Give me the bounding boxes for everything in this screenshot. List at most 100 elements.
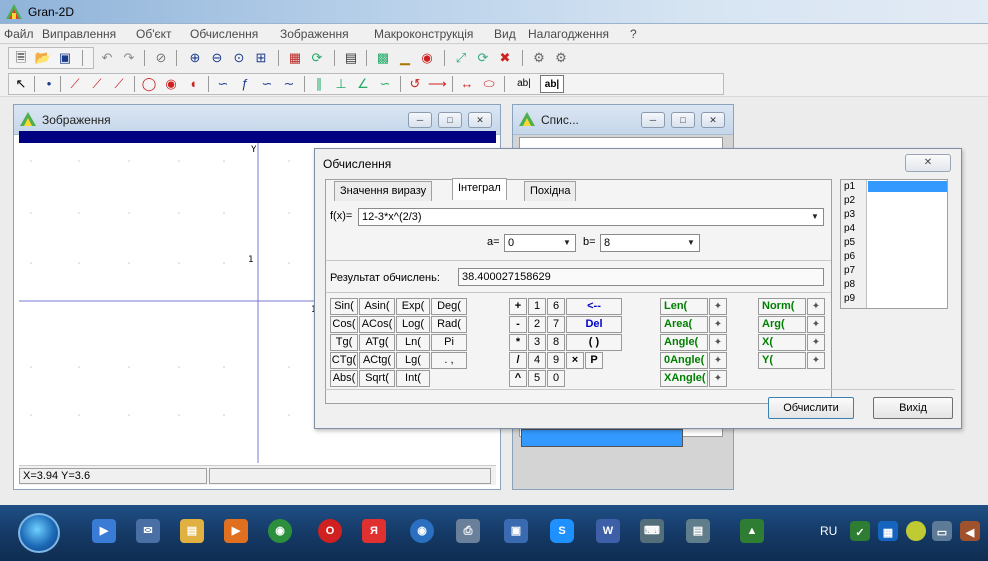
key-7[interactable]: 7 <box>547 316 565 333</box>
maximize-icon[interactable]: □ <box>438 112 462 128</box>
key-sin[interactable]: Sin( <box>330 298 358 315</box>
text-label-icon[interactable]: ab| <box>512 75 536 93</box>
key-lg[interactable]: Lg( <box>396 352 430 369</box>
new-file-icon[interactable]: 🗏 <box>12 49 30 67</box>
opera-icon[interactable]: O <box>318 519 342 543</box>
tab-integral[interactable]: Інтеграл <box>452 178 507 200</box>
pick-point-icon[interactable]: ✦ <box>807 334 825 351</box>
close-icon[interactable]: ✕ <box>701 112 725 128</box>
pick-point-icon[interactable]: ✦ <box>807 298 825 315</box>
calculator-app-icon[interactable]: ▤ <box>686 519 710 543</box>
text-box-icon[interactable]: ab| <box>540 75 564 93</box>
key-atg[interactable]: ATg( <box>359 334 395 351</box>
key-divide[interactable]: / <box>509 352 527 369</box>
key-power[interactable]: ^ <box>509 370 527 387</box>
key-xangle[interactable]: XAngle( <box>660 370 708 387</box>
word-icon[interactable]: W <box>596 519 620 543</box>
key-y[interactable]: Y( <box>758 352 806 369</box>
pick-point-icon[interactable]: ✦ <box>807 316 825 333</box>
key-angle[interactable]: Angle( <box>660 334 708 351</box>
key-x[interactable]: X( <box>758 334 806 351</box>
menu-edit[interactable]: Виправлення <box>42 27 116 41</box>
backspace-button[interactable]: <-- <box>566 298 622 315</box>
key-asin[interactable]: Asin( <box>359 298 395 315</box>
menu-object[interactable]: Об'єкт <box>136 27 172 41</box>
tab-expression-value[interactable]: Значення виразу <box>334 181 433 201</box>
symmetry-icon[interactable]: ↔ <box>458 75 476 93</box>
key-0[interactable]: 0 <box>547 370 565 387</box>
chevron-down-icon[interactable]: ▼ <box>684 236 698 250</box>
arc-icon[interactable]: ◖ <box>184 75 202 93</box>
function-icon[interactable]: ƒ <box>236 75 254 93</box>
key-len[interactable]: Len( <box>660 298 708 315</box>
point-icon[interactable]: • <box>40 75 58 93</box>
key-log[interactable]: Log( <box>396 316 430 333</box>
key-int[interactable]: Int( <box>396 370 430 387</box>
pick-point-icon[interactable]: ✦ <box>709 316 727 333</box>
pointer-icon[interactable]: ↖ <box>12 75 30 93</box>
key-rad[interactable]: Rad( <box>431 316 467 333</box>
mail-icon[interactable]: ✉ <box>136 519 160 543</box>
key-multiply[interactable]: * <box>509 334 527 351</box>
ray-icon[interactable]: ⟋ <box>88 75 106 93</box>
line-icon[interactable]: ⟋ <box>110 75 128 93</box>
key-deg[interactable]: Deg( <box>431 298 467 315</box>
key-5[interactable]: 5 <box>528 370 546 387</box>
file-explorer-icon[interactable]: ▤ <box>180 519 204 543</box>
grid-icon[interactable]: ▦ <box>286 49 304 67</box>
calculator-icon[interactable]: ▤ <box>342 49 360 67</box>
key-ln[interactable]: Ln( <box>396 334 430 351</box>
key-9[interactable]: 9 <box>547 352 565 369</box>
calculate-button[interactable]: Обчислити <box>768 397 854 419</box>
chevron-down-icon[interactable]: ▼ <box>808 210 822 224</box>
key-parentheses[interactable]: ( ) <box>566 334 622 351</box>
exit-button[interactable]: Вихід <box>873 397 953 419</box>
zoom-window-icon[interactable]: ⊞ <box>252 49 270 67</box>
tray-app-icon[interactable]: ✓ <box>850 521 870 541</box>
key-6[interactable]: 6 <box>547 298 565 315</box>
gran-2d-icon[interactable]: ▲ <box>740 519 764 543</box>
eye-icon[interactable]: ◉ <box>418 49 436 67</box>
key-norm[interactable]: Norm( <box>758 298 806 315</box>
key-area[interactable]: Area( <box>660 316 708 333</box>
key-tg[interactable]: Tg( <box>330 334 358 351</box>
key-acos[interactable]: ACos( <box>359 316 395 333</box>
circle-icon[interactable]: ◯ <box>140 75 158 93</box>
close-icon[interactable]: ✕ <box>468 112 492 128</box>
transform-icon[interactable]: ⤢ <box>452 49 470 67</box>
list-selected-row[interactable] <box>521 429 683 447</box>
key-8[interactable]: 8 <box>547 334 565 351</box>
pick-point-icon[interactable]: ✦ <box>709 334 727 351</box>
rotate-icon[interactable]: ⟳ <box>474 49 492 67</box>
open-folder-icon[interactable]: 📂 <box>34 49 52 67</box>
menu-macro[interactable]: Макроконструкція <box>374 27 473 41</box>
media-player-icon[interactable]: ▶ <box>92 519 116 543</box>
save-app-icon[interactable]: ▣ <box>504 519 528 543</box>
language-indicator[interactable]: RU <box>820 524 837 538</box>
pick-point-icon[interactable]: ✦ <box>709 352 727 369</box>
menu-calculation[interactable]: Обчислення <box>190 27 258 41</box>
menu-settings[interactable]: Налагодження <box>528 27 609 41</box>
key-abs[interactable]: Abs( <box>330 370 358 387</box>
translate-icon[interactable]: ⟶ <box>428 75 447 93</box>
key-cos[interactable]: Cos( <box>330 316 358 333</box>
curve-icon[interactable]: ∽ <box>214 75 232 93</box>
network-icon[interactable]: ▦ <box>878 521 898 541</box>
refresh-icon[interactable]: ⟳ <box>308 49 326 67</box>
delete-button[interactable]: Del <box>566 316 622 333</box>
circle-center-icon[interactable]: ◉ <box>162 75 180 93</box>
macro-run-icon[interactable]: ⚙ <box>552 49 570 67</box>
parallel-icon[interactable]: ∥ <box>310 75 328 93</box>
key-ctg[interactable]: CTg( <box>330 352 358 369</box>
pick-point-icon[interactable]: ✦ <box>709 370 727 387</box>
save-icon[interactable]: ▣ <box>56 49 74 67</box>
parametric-icon[interactable]: ∼ <box>280 75 298 93</box>
key-3[interactable]: 3 <box>528 334 546 351</box>
key-exp[interactable]: Exp( <box>396 298 430 315</box>
zoom-in-icon[interactable]: ⊕ <box>186 49 204 67</box>
a-input[interactable]: 0 ▼ <box>504 234 576 252</box>
tangent-icon[interactable]: ∽ <box>376 75 394 93</box>
polar-icon[interactable]: ∽ <box>258 75 276 93</box>
zoom-fit-icon[interactable]: ⊙ <box>230 49 248 67</box>
tab-derivative[interactable]: Похідна <box>524 181 577 201</box>
